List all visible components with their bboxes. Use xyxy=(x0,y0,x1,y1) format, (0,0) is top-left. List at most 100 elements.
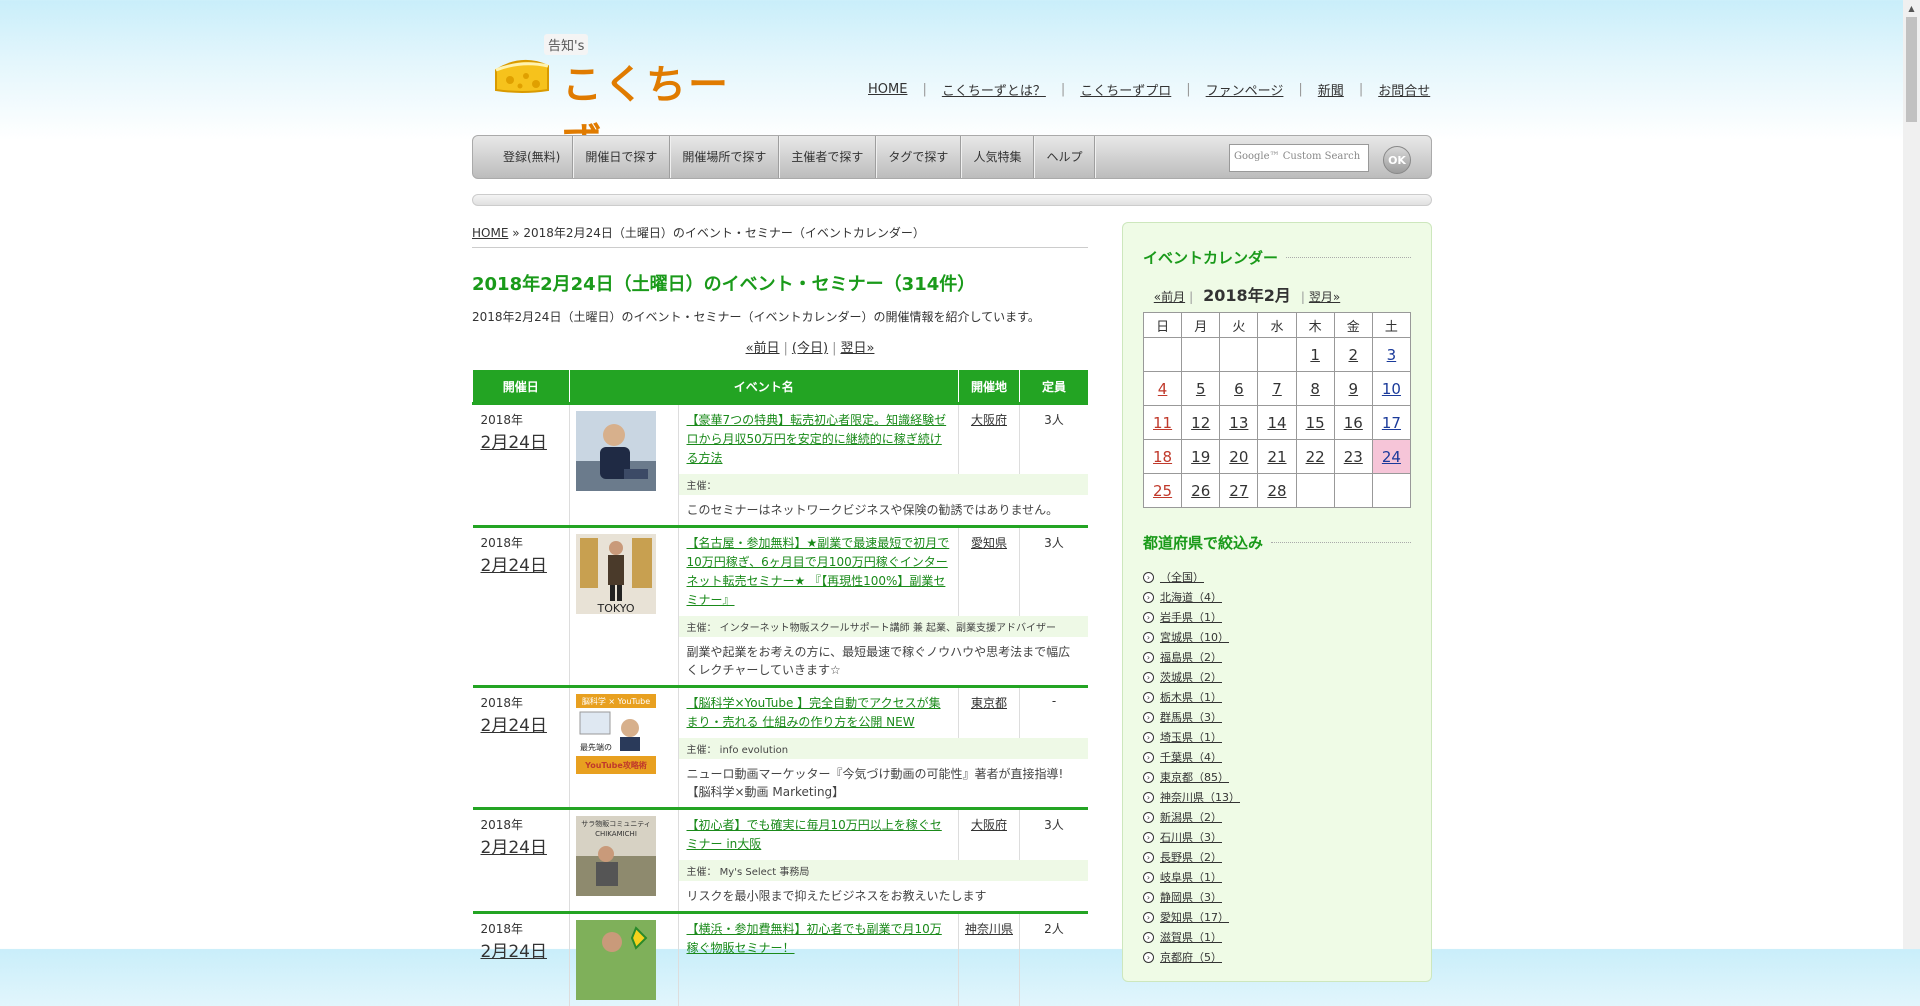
calendar-day-link[interactable]: 3 xyxy=(1387,346,1397,364)
vertical-scrollbar[interactable]: ▲ xyxy=(1903,0,1920,949)
calendar-day[interactable]: 19 xyxy=(1182,440,1220,474)
calendar-day-link[interactable]: 12 xyxy=(1191,414,1210,432)
menu-by-place[interactable]: 開催場所で探す xyxy=(670,136,779,178)
calendar-day[interactable]: 22 xyxy=(1296,440,1334,474)
prefecture-link[interactable]: 栃木県（1） xyxy=(1160,689,1222,705)
prefecture-link[interactable]: 群馬県（3） xyxy=(1160,709,1222,725)
prefecture-link[interactable]: 福島県（2） xyxy=(1160,649,1222,665)
site-logo[interactable]: 告知's こくちーず xyxy=(492,34,762,104)
event-date-link[interactable]: 2月24日 xyxy=(481,433,547,453)
calendar-day[interactable]: 26 xyxy=(1182,474,1220,508)
prefecture-link[interactable]: 茨城県（2） xyxy=(1160,669,1222,685)
calendar-day[interactable]: 13 xyxy=(1220,406,1258,440)
topnav-pro[interactable]: こくちーずプロ xyxy=(1080,80,1171,99)
calendar-day-link[interactable]: 14 xyxy=(1267,414,1286,432)
prefecture-link[interactable]: 神奈川県（13） xyxy=(1160,789,1240,805)
prev-day-link[interactable]: «前日 xyxy=(746,341,780,356)
calendar-day[interactable]: 27 xyxy=(1220,474,1258,508)
menu-popular[interactable]: 人気特集 xyxy=(961,136,1034,178)
calendar-day-link[interactable]: 2 xyxy=(1349,346,1359,364)
event-title-link[interactable]: 【名古屋・参加無料】★副業で最速最短で初月で10万円稼ぎ、6ヶ月目で月100万円… xyxy=(687,536,950,607)
next-month-link[interactable]: 翌月» xyxy=(1309,288,1340,305)
calendar-day-link[interactable]: 16 xyxy=(1344,414,1363,432)
menu-register[interactable]: 登録(無料) xyxy=(491,136,573,178)
topnav-about[interactable]: こくちーずとは？ xyxy=(942,80,1046,99)
calendar-day[interactable]: 11 xyxy=(1144,406,1182,440)
calendar-day-link[interactable]: 11 xyxy=(1153,414,1172,432)
calendar-day[interactable]: 14 xyxy=(1258,406,1296,440)
calendar-day-link[interactable]: 13 xyxy=(1229,414,1248,432)
calendar-day-link[interactable]: 6 xyxy=(1234,380,1244,398)
calendar-day-link[interactable]: 1 xyxy=(1310,346,1320,364)
topnav-home[interactable]: HOME xyxy=(868,82,907,97)
calendar-day[interactable]: 23 xyxy=(1334,440,1372,474)
breadcrumb-home[interactable]: HOME xyxy=(472,226,508,240)
calendar-day[interactable]: 1 xyxy=(1296,338,1334,372)
calendar-day[interactable]: 25 xyxy=(1144,474,1182,508)
calendar-day[interactable]: 7 xyxy=(1258,372,1296,406)
calendar-day[interactable]: 4 xyxy=(1144,372,1182,406)
event-date-link[interactable]: 2月24日 xyxy=(481,716,547,736)
prefecture-link[interactable]: 愛知県（17） xyxy=(1160,909,1229,925)
event-thumbnail[interactable]: TOKYO xyxy=(576,534,656,614)
prefecture-link[interactable]: 宮城県（10） xyxy=(1160,629,1229,645)
prev-month-link[interactable]: «前月 xyxy=(1154,288,1185,305)
calendar-day-link[interactable]: 7 xyxy=(1272,380,1282,398)
event-place-link[interactable]: 愛知県 xyxy=(971,536,1007,550)
event-thumbnail[interactable] xyxy=(576,920,656,1000)
calendar-day-link[interactable]: 17 xyxy=(1382,414,1401,432)
event-place-link[interactable]: 大阪府 xyxy=(971,818,1007,832)
calendar-day[interactable]: 17 xyxy=(1372,406,1410,440)
prefecture-link[interactable]: 石川県（3） xyxy=(1160,829,1222,845)
search-input[interactable]: Google™ Custom Search xyxy=(1229,144,1369,172)
calendar-day-link[interactable]: 4 xyxy=(1158,380,1168,398)
calendar-day-link[interactable]: 24 xyxy=(1382,448,1401,466)
calendar-day[interactable]: 28 xyxy=(1258,474,1296,508)
calendar-day-link[interactable]: 18 xyxy=(1153,448,1172,466)
calendar-day[interactable]: 6 xyxy=(1220,372,1258,406)
calendar-day[interactable]: 12 xyxy=(1182,406,1220,440)
event-date-link[interactable]: 2月24日 xyxy=(481,942,547,962)
calendar-day-link[interactable]: 26 xyxy=(1191,482,1210,500)
event-date-link[interactable]: 2月24日 xyxy=(481,838,547,858)
calendar-day[interactable]: 16 xyxy=(1334,406,1372,440)
today-link[interactable]: (今日) xyxy=(792,341,828,356)
event-place-link[interactable]: 大阪府 xyxy=(971,413,1007,427)
prefecture-link[interactable]: 埼玉県（1） xyxy=(1160,729,1222,745)
event-place-link[interactable]: 東京都 xyxy=(971,696,1007,710)
prefecture-link[interactable]: 北海道（4） xyxy=(1160,589,1222,605)
event-thumbnail[interactable]: 脳科学 × YouTube 最先端の YouTube攻略術 xyxy=(576,694,656,774)
prefecture-link[interactable]: 京都府（5） xyxy=(1160,949,1222,965)
calendar-day[interactable]: 18 xyxy=(1144,440,1182,474)
event-thumbnail[interactable] xyxy=(576,411,656,491)
calendar-day-link[interactable]: 27 xyxy=(1229,482,1248,500)
event-title-link[interactable]: 【豪華7つの特典】転売初心者限定。知識経験ゼロから月収50万円を安定的に継続的に… xyxy=(687,413,947,465)
calendar-day[interactable]: 3 xyxy=(1372,338,1410,372)
event-date-link[interactable]: 2月24日 xyxy=(481,556,547,576)
prefecture-link[interactable]: 岐阜県（1） xyxy=(1160,869,1222,885)
event-title-link[interactable]: 【横浜・参加費無料】初心者でも副業で月10万稼ぐ物販セミナー！ xyxy=(687,922,942,955)
search-ok-button[interactable]: OK xyxy=(1383,146,1411,174)
menu-by-tag[interactable]: タグで探す xyxy=(876,136,961,178)
prefecture-link[interactable]: 静岡県（3） xyxy=(1160,889,1222,905)
calendar-day[interactable]: 24 xyxy=(1372,440,1410,474)
scrollbar-thumb[interactable] xyxy=(1906,17,1917,122)
calendar-day-link[interactable]: 23 xyxy=(1344,448,1363,466)
calendar-day-link[interactable]: 5 xyxy=(1196,380,1206,398)
calendar-day-link[interactable]: 8 xyxy=(1310,380,1320,398)
calendar-day[interactable]: 8 xyxy=(1296,372,1334,406)
menu-by-organizer[interactable]: 主催者で探す xyxy=(779,136,876,178)
topnav-contact[interactable]: お問合せ xyxy=(1378,80,1430,99)
prefecture-link[interactable]: （全国） xyxy=(1160,569,1204,585)
event-place-link[interactable]: 神奈川県 xyxy=(965,922,1013,936)
calendar-day-link[interactable]: 28 xyxy=(1267,482,1286,500)
event-thumbnail[interactable]: サラ物販コミュニティ CHIKAMICHI xyxy=(576,816,656,896)
calendar-day-link[interactable]: 20 xyxy=(1229,448,1248,466)
prefecture-link[interactable]: 千葉県（4） xyxy=(1160,749,1222,765)
event-title-link[interactable]: 【脳科学×YouTube 】完全自動でアクセスが集まり・売れる 仕組みの作り方を… xyxy=(687,696,941,729)
calendar-day-link[interactable]: 15 xyxy=(1306,414,1325,432)
prefecture-link[interactable]: 岩手県（1） xyxy=(1160,609,1222,625)
menu-help[interactable]: ヘルプ xyxy=(1034,136,1095,178)
calendar-day[interactable]: 2 xyxy=(1334,338,1372,372)
calendar-day[interactable]: 21 xyxy=(1258,440,1296,474)
